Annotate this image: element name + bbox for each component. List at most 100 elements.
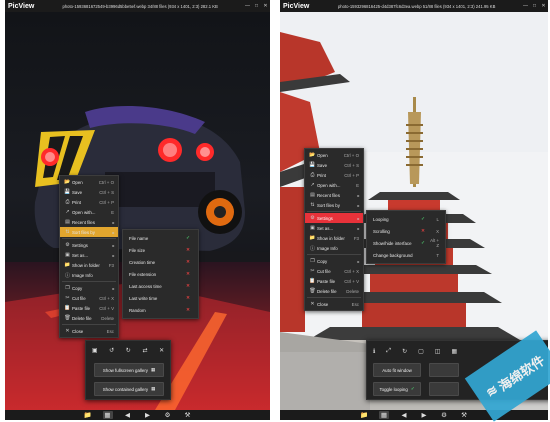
minimize-icon[interactable]: — [521,2,530,11]
auto-fit-window-button[interactable]: Auto fit window [373,363,421,377]
copy-icon: ❐ [65,285,70,291]
menu-item-settings[interactable]: ⚙ Settings ▸ [305,213,363,223]
toggle-looping-button[interactable]: Toggle looping ✓ [373,382,421,396]
menu-item-print[interactable]: ⎙ Print Ctrl + P [305,170,363,180]
menu-item-image-info[interactable]: ⓘ Image Info [60,270,118,280]
open-with-icon: ↗ [65,209,70,215]
sort-option-last-access-time[interactable]: Last access time ✕ [123,280,198,292]
settings-option-looping[interactable]: Looping ✓ L [367,213,445,225]
paste-icon: 📋 [64,305,71,311]
menu-item-delete-file[interactable]: 🗑 Delete file Delete [305,286,363,296]
tools-icon[interactable]: ⚒ [183,411,193,419]
folder-icon[interactable]: 📁 [359,411,369,419]
sort-option-file-extension[interactable]: File extension ✕ [123,268,198,280]
settings-option-show-hide-interface[interactable]: Show/hide interface ✓ Alt + Z [367,237,445,249]
gallery-icon: ▦ [151,367,156,372]
resize-icon[interactable]: ⤢ [386,348,391,355]
menu-item-cut-file[interactable]: ✂ Cut file Ctrl + X [305,266,363,276]
menu-item-set-as[interactable]: ▣ Set as... ▸ [60,250,118,260]
check-icon: ✓ [421,240,425,245]
settings-icon[interactable]: ⚙ [163,411,173,419]
menu-item-copy[interactable]: ❐ Copy ▸ [305,256,363,266]
menu-item-open[interactable]: 📂 Open Ctrl + O [60,177,118,187]
cut-icon: ✂ [65,295,70,301]
menu-item-sort-files-by[interactable]: ⇅ Sort files by ▸ [60,227,118,237]
sort-icon: ⇅ [310,202,315,208]
gallery-icon: ▦ [151,386,156,391]
tools-extra-button[interactable] [429,363,459,377]
gallery-icon[interactable]: ▦ [451,348,457,355]
previous-icon[interactable]: ◀ [399,411,409,419]
settings-option-change-background[interactable]: Change background T [367,249,445,261]
gallery-icon[interactable]: ▦ [379,411,389,419]
gallery-icon[interactable]: ▦ [102,411,113,419]
folder-icon: 📁 [64,262,71,268]
rotate-left-icon[interactable]: ↺ [109,347,114,354]
menu-item-delete-file[interactable]: 🗑 Delete file Delete [60,313,118,323]
info-icon[interactable]: ℹ [373,348,375,355]
menu-item-show-in-folder[interactable]: 📁 Show in folder F3 [305,233,363,243]
menu-separator [62,238,116,239]
folder-icon[interactable]: 📁 [83,411,93,419]
menu-separator [62,281,116,282]
minimize-icon[interactable]: — [243,2,252,11]
sort-option-random[interactable]: Random ✕ [123,304,198,316]
close-icon[interactable]: ✕ [261,2,270,11]
menu-item-open[interactable]: 📂 Open Ctrl + O [305,150,363,160]
sort-option-file-name[interactable]: File name ✓ [123,232,198,244]
menu-item-settings[interactable]: ⚙ Settings ▸ [60,240,118,250]
tools-extra-button[interactable] [429,382,459,396]
settings-option-scrolling[interactable]: Scrolling ✕ X [367,225,445,237]
menu-item-open-with[interactable]: ↗ Open with... E [60,207,118,217]
sort-option-creation-time[interactable]: Creation time ✕ [123,256,198,268]
print-icon: ⎙ [310,172,315,178]
previous-icon[interactable]: ◀ [123,411,133,419]
menu-item-paste-file[interactable]: 📋 Paste file Ctrl + V [305,276,363,286]
check-icon: ✓ [421,216,425,221]
rotate-icon[interactable]: ↻ [402,348,407,355]
chevron-right-icon: ▸ [112,219,115,225]
menu-item-close[interactable]: ✕ Close Esc [305,299,363,309]
menu-item-save[interactable]: 💾 Save Ctrl + S [305,160,363,170]
app-logo: PicView [8,2,35,10]
tools-icon[interactable]: ⚒ [459,411,469,419]
crop-icon[interactable]: ▢ [418,348,424,355]
menu-item-cut-file[interactable]: ✂ Cut file Ctrl + X [60,293,118,303]
chevron-right-icon: ▸ [357,192,360,198]
next-icon[interactable]: ▶ [143,411,153,419]
menu-item-recent-files[interactable]: ▤ Recent files ▸ [305,190,363,200]
menu-item-show-in-folder[interactable]: 📁 Show in folder F3 [60,260,118,270]
set-as-icon: ▣ [65,252,70,258]
maximize-icon[interactable]: □ [252,2,261,11]
sort-option-file-size[interactable]: File size ✕ [123,244,198,256]
show-fullscreen-gallery-button[interactable]: Show fullscreen gallery ▦ [94,363,164,377]
crop-icon[interactable]: ▣ [92,347,98,354]
recent-files-icon: ▤ [65,219,70,225]
cross-icon: ✕ [186,295,190,300]
menu-item-close[interactable]: ✕ Close Esc [60,326,118,336]
menu-item-sort-files-by[interactable]: ⇅ Sort files by ▸ [305,200,363,210]
menu-item-paste-file[interactable]: 📋 Paste file Ctrl + V [60,303,118,313]
menu-item-print[interactable]: ⎙ Print Ctrl + P [60,197,118,207]
sort-option-last-write-time[interactable]: Last write time ✕ [123,292,198,304]
fit-icon[interactable]: ◫ [435,348,441,355]
menu-item-recent-files[interactable]: ▤ Recent files ▸ [60,217,118,227]
next-icon[interactable]: ▶ [419,411,429,419]
menu-item-copy[interactable]: ❐ Copy ▸ [60,283,118,293]
close-icon[interactable]: ✕ [539,2,548,11]
menu-item-save[interactable]: 💾 Save Ctrl + S [60,187,118,197]
maximize-icon[interactable]: □ [530,2,539,11]
settings-icon[interactable]: ⚙ [439,411,449,419]
chevron-right-icon: ▸ [357,258,360,264]
menu-item-image-info[interactable]: ⓘ Image Info [305,243,363,253]
image-info-icon: ⓘ [309,245,315,252]
rotate-right-icon[interactable]: ↻ [126,347,131,354]
bottom-toolbar: 📁 ▦ ◀ ▶ ⚙ ⚒ [5,410,270,420]
settings-icon: ⚙ [310,215,315,221]
flip-icon[interactable]: ⇄ [142,347,147,354]
menu-item-set-as[interactable]: ▣ Set as... ▸ [305,223,363,233]
show-contained-gallery-button[interactable]: Show contained gallery ▦ [94,382,164,396]
cross-icon: ✕ [186,307,190,312]
menu-item-open-with[interactable]: ↗ Open with... E [305,180,363,190]
close-icon[interactable]: ✕ [159,347,164,354]
